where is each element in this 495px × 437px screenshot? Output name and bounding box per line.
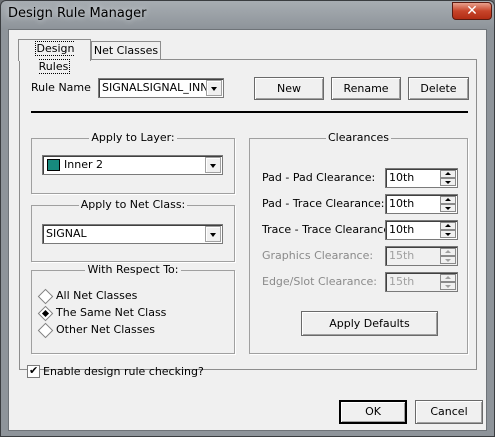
separator-line [31,111,468,113]
stepper-value: 15th [389,275,415,288]
group-title: Apply to Net Class: [78,198,188,211]
radio-same-net-class[interactable] [37,305,54,322]
spin-up-icon[interactable] [440,196,456,204]
stepper-value: 10th [389,197,415,210]
spin-down-icon[interactable] [440,178,456,186]
spin-up-icon[interactable] [440,170,456,178]
dialog-window: Design Rule Manager ✕ Design Rules Net C… [0,0,495,437]
tab-net-classes[interactable]: Net Classes [91,41,161,61]
with-respect-to-group: With Respect To: All Net Classes The Sam… [31,263,235,354]
radio-all-net-classes[interactable] [37,288,54,305]
spin-down-icon [440,282,456,290]
radio-label[interactable]: Other Net Classes [56,323,155,336]
close-button[interactable]: ✕ [452,2,492,20]
apply-defaults-button[interactable]: Apply Defaults [301,311,438,336]
pad-pad-clearance-stepper[interactable]: 10th [385,168,458,188]
cancel-button[interactable]: Cancel [415,400,483,424]
graphics-clearance-stepper: 15th [385,246,458,266]
window-title: Design Rule Manager [8,6,147,21]
spin-down-icon [440,256,456,264]
edge-slot-clearance-label: Edge/Slot Clearance: [262,275,377,288]
rule-name-label: Rule Name [31,81,91,94]
spin-up-icon [440,274,456,282]
tab-design-rules[interactable]: Design Rules [18,39,91,74]
pad-pad-clearance-label: Pad - Pad Clearance: [262,171,376,184]
chevron-down-icon[interactable] [206,80,222,96]
stepper-value: 10th [389,223,415,236]
trace-trace-clearance-label: Trace - Trace Clearance: [262,223,394,236]
chevron-down-icon[interactable] [205,157,221,173]
spin-up-icon [440,248,456,256]
apply-to-layer-group: Apply to Layer: Inner 2 [31,131,235,194]
rule-name-value: SIGNALSIGNAL_INNI [102,81,206,94]
spin-down-icon[interactable] [440,230,456,238]
group-title: Apply to Layer: [89,131,177,144]
layer-value: Inner 2 [64,158,103,171]
trace-trace-clearance-stepper[interactable]: 10th [385,220,458,240]
tab-label: Design Rules [34,41,75,74]
clearances-group: Clearances Pad - Pad Clearance: 10th Pad… [249,131,468,354]
edge-slot-clearance-stepper: 15th [385,272,458,292]
pad-trace-clearance-label: Pad - Trace Clearance: [262,197,385,210]
stepper-value: 15th [389,249,415,262]
tab-panel-design-rules: Rule Name SIGNALSIGNAL_INNI New Rename D… [19,59,477,370]
radio-label[interactable]: The Same Net Class [56,306,166,319]
enable-drc-checkbox[interactable] [27,364,40,378]
new-button[interactable]: New [254,77,324,100]
radio-other-net-classes[interactable] [37,322,54,339]
group-title: Clearances [325,131,392,144]
graphics-clearance-label: Graphics Clearance: [262,249,374,262]
dialog-client: Design Rules Net Classes Rule Name SIGNA… [8,29,487,431]
spin-up-icon[interactable] [440,222,456,230]
delete-button[interactable]: Delete [408,77,469,100]
spin-down-icon[interactable] [440,204,456,212]
radio-label[interactable]: All Net Classes [56,289,137,302]
title-bar[interactable]: Design Rule Manager ✕ [1,1,494,29]
layer-color-swatch [47,159,60,171]
stepper-value: 10th [389,171,415,184]
rename-button[interactable]: Rename [331,77,401,100]
group-title: With Respect To: [85,263,181,276]
layer-combo[interactable]: Inner 2 [42,155,223,175]
ok-button[interactable]: OK [339,400,407,424]
apply-to-net-class-group: Apply to Net Class: SIGNAL [31,198,235,262]
chevron-down-icon[interactable] [205,226,221,242]
rule-name-combo[interactable]: SIGNALSIGNAL_INNI [98,78,224,98]
tab-label: Net Classes [93,44,159,57]
enable-drc-label[interactable]: Enable design rule checking? [43,365,204,378]
net-class-combo[interactable]: SIGNAL [42,224,223,244]
pad-trace-clearance-stepper[interactable]: 10th [385,194,458,214]
net-class-value: SIGNAL [46,227,87,240]
